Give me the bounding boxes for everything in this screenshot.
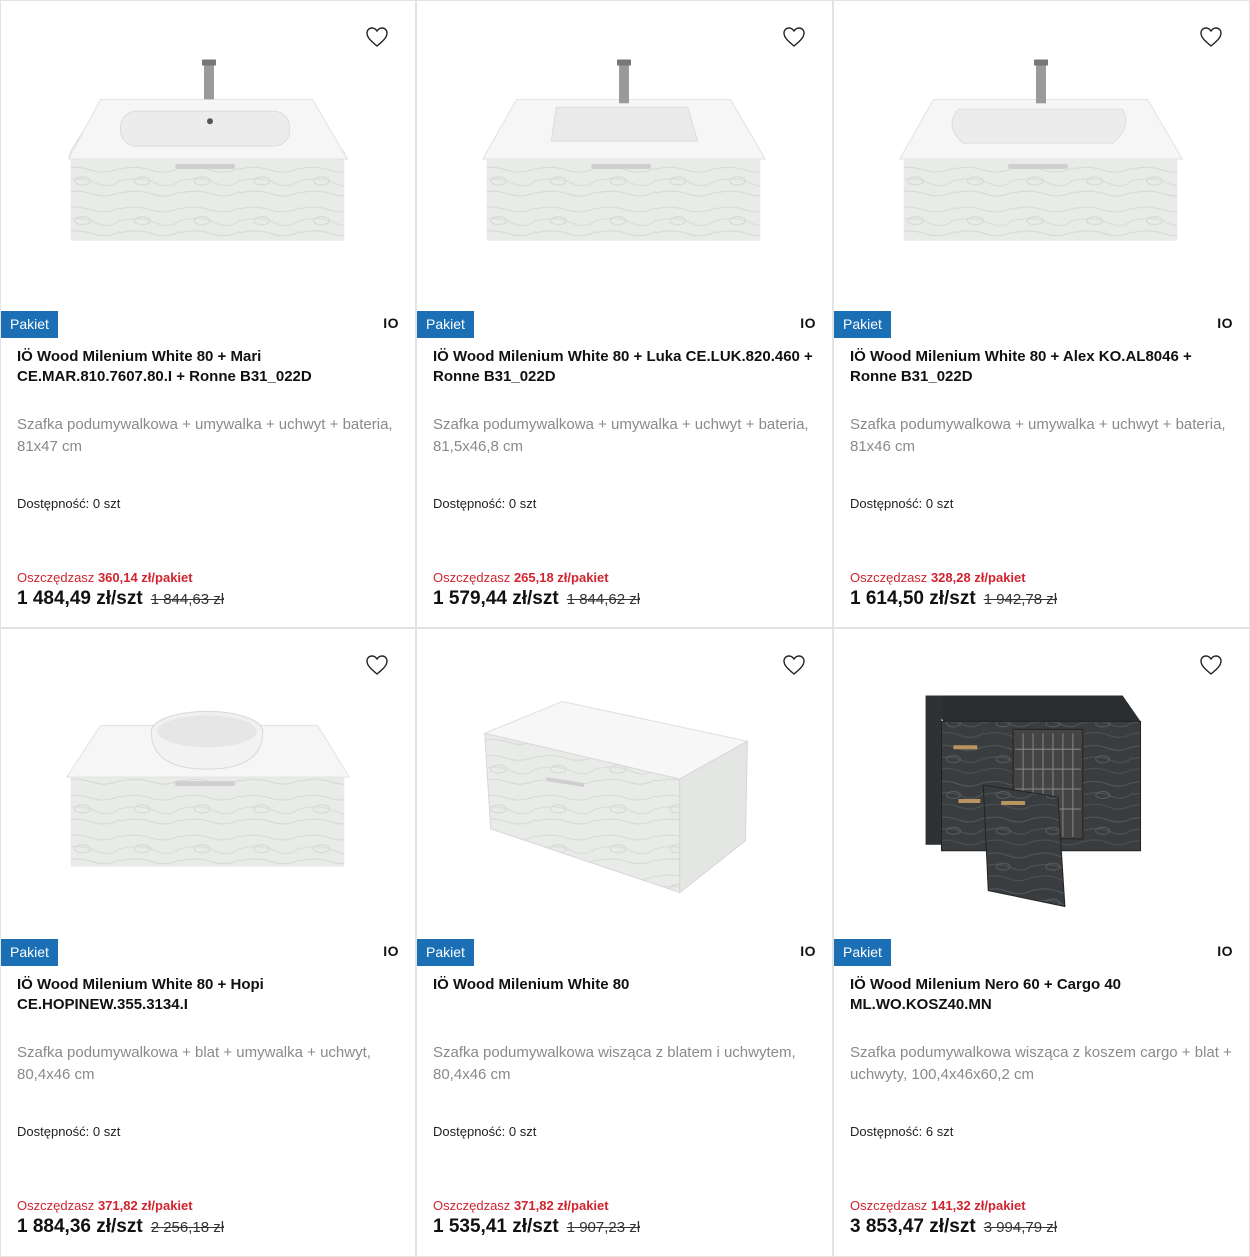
savings-text: Oszczędzasz 141,32 zł/pakiet bbox=[850, 1198, 1026, 1213]
stock-availability: Dostępność: 6 szt bbox=[850, 1124, 953, 1139]
favorite-heart-icon[interactable] bbox=[1199, 25, 1223, 49]
savings-label: Oszczędzasz bbox=[17, 570, 95, 585]
product-description: Szafka podumywalkowa + blat + umywalka +… bbox=[17, 1044, 371, 1083]
package-badge: Pakiet bbox=[417, 939, 474, 966]
savings-value: 141,32 zł/pakiet bbox=[930, 1198, 1026, 1213]
brand-label: IO bbox=[383, 315, 399, 331]
savings-text: Oszczędzasz 360,14 zł/pakiet bbox=[17, 570, 193, 585]
product-card[interactable]: Pakiet IO IÖ Wood Milenium White 80 + Ho… bbox=[0, 628, 416, 1257]
package-badge: Pakiet bbox=[834, 311, 891, 338]
price-row: 1 579,44 zł/szt 1 844,62 zł bbox=[433, 588, 640, 610]
savings-text: Oszczędzasz 265,18 zł/pakiet bbox=[433, 570, 609, 585]
savings-label: Oszczędzasz bbox=[850, 570, 928, 585]
current-price: 1 579,44 zł/szt bbox=[433, 588, 559, 609]
savings-value: 371,82 zł/pakiet bbox=[97, 1198, 193, 1213]
stock-availability: Dostępność: 0 szt bbox=[17, 496, 120, 511]
product-title[interactable]: IÖ Wood Milenium White 80 + Luka CE.LUK.… bbox=[433, 347, 818, 387]
stock-value: 0 szt bbox=[92, 1124, 121, 1139]
stock-availability: Dostępność: 0 szt bbox=[17, 1124, 120, 1139]
product-grid: Pakiet IO IÖ Wood Milenium White 80 + Ma… bbox=[0, 0, 1250, 1257]
old-price: 1 942,78 zł bbox=[983, 591, 1058, 608]
stock-value: 6 szt bbox=[925, 1124, 954, 1139]
old-price: 1 907,23 zł bbox=[566, 1219, 641, 1236]
product-title[interactable]: IÖ Wood Milenium White 80 bbox=[433, 975, 818, 995]
price-row: 1 535,41 zł/szt 1 907,23 zł bbox=[433, 1216, 640, 1238]
product-description: Szafka podumywalkowa wisząca z koszem ca… bbox=[850, 1044, 1232, 1083]
product-card[interactable]: Pakiet IO IÖ Wood Milenium White 80 + Ma… bbox=[0, 0, 416, 628]
current-price: 1 535,41 zł/szt bbox=[433, 1216, 559, 1237]
product-image[interactable] bbox=[1, 669, 415, 929]
favorite-heart-icon[interactable] bbox=[1199, 653, 1223, 677]
product-description: Szafka podumywalkowa + umywalka + uchwyt… bbox=[850, 416, 1226, 455]
product-image[interactable] bbox=[417, 41, 832, 301]
stock-label: Dostępność: bbox=[433, 496, 506, 511]
old-price: 3 994,79 zł bbox=[983, 1219, 1058, 1236]
product-card[interactable]: Pakiet IO IÖ Wood Milenium White 80 Szaf… bbox=[416, 628, 833, 1257]
savings-label: Oszczędzasz bbox=[433, 570, 511, 585]
stock-label: Dostępność: bbox=[17, 1124, 90, 1139]
savings-text: Oszczędzasz 328,28 zł/pakiet bbox=[850, 570, 1026, 585]
savings-label: Oszczędzasz bbox=[17, 1198, 95, 1213]
product-image[interactable] bbox=[1, 41, 415, 301]
stock-label: Dostępność: bbox=[17, 496, 90, 511]
savings-text: Oszczędzasz 371,82 zł/pakiet bbox=[433, 1198, 609, 1213]
product-title[interactable]: IÖ Wood Milenium White 80 + Hopi CE.HOPI… bbox=[17, 975, 401, 1015]
favorite-heart-icon[interactable] bbox=[365, 25, 389, 49]
brand-label: IO bbox=[800, 315, 816, 331]
stock-label: Dostępność: bbox=[850, 1124, 923, 1139]
price-row: 1 614,50 zł/szt 1 942,78 zł bbox=[850, 588, 1057, 610]
product-card[interactable]: Pakiet IO IÖ Wood Milenium White 80 + Al… bbox=[833, 0, 1250, 628]
package-badge: Pakiet bbox=[834, 939, 891, 966]
savings-value: 265,18 zł/pakiet bbox=[513, 570, 609, 585]
brand-label: IO bbox=[383, 943, 399, 959]
product-title[interactable]: IÖ Wood Milenium Nero 60 + Cargo 40 ML.W… bbox=[850, 975, 1235, 1015]
product-description: Szafka podumywalkowa wisząca z blatem i … bbox=[433, 1044, 796, 1083]
price-row: 1 884,36 zł/szt 2 256,18 zł bbox=[17, 1216, 224, 1238]
package-badge: Pakiet bbox=[1, 939, 58, 966]
current-price: 1 484,49 zł/szt bbox=[17, 588, 143, 609]
favorite-heart-icon[interactable] bbox=[782, 653, 806, 677]
price-row: 1 484,49 zł/szt 1 844,63 zł bbox=[17, 588, 224, 610]
savings-text: Oszczędzasz 371,82 zł/pakiet bbox=[17, 1198, 193, 1213]
stock-label: Dostępność: bbox=[850, 496, 923, 511]
stock-availability: Dostępność: 0 szt bbox=[433, 496, 536, 511]
favorite-heart-icon[interactable] bbox=[365, 653, 389, 677]
product-description: Szafka podumywalkowa + umywalka + uchwyt… bbox=[17, 416, 393, 455]
product-card[interactable]: Pakiet IO IÖ Wood Milenium Nero 60 + Car… bbox=[833, 628, 1250, 1257]
product-card[interactable]: Pakiet IO IÖ Wood Milenium White 80 + Lu… bbox=[416, 0, 833, 628]
favorite-heart-icon[interactable] bbox=[782, 25, 806, 49]
product-title[interactable]: IÖ Wood Milenium White 80 + Mari CE.MAR.… bbox=[17, 347, 401, 387]
brand-label: IO bbox=[800, 943, 816, 959]
stock-value: 0 szt bbox=[508, 496, 537, 511]
price-row: 3 853,47 zł/szt 3 994,79 zł bbox=[850, 1216, 1057, 1238]
product-image[interactable] bbox=[834, 669, 1249, 929]
savings-value: 360,14 zł/pakiet bbox=[97, 570, 193, 585]
current-price: 1 884,36 zł/szt bbox=[17, 1216, 143, 1237]
product-image[interactable] bbox=[834, 41, 1249, 301]
stock-value: 0 szt bbox=[925, 496, 954, 511]
savings-value: 371,82 zł/pakiet bbox=[513, 1198, 609, 1213]
savings-label: Oszczędzasz bbox=[850, 1198, 928, 1213]
stock-value: 0 szt bbox=[92, 496, 121, 511]
savings-label: Oszczędzasz bbox=[433, 1198, 511, 1213]
stock-value: 0 szt bbox=[508, 1124, 537, 1139]
package-badge: Pakiet bbox=[1, 311, 58, 338]
current-price: 3 853,47 zł/szt bbox=[850, 1216, 976, 1237]
stock-availability: Dostępność: 0 szt bbox=[850, 496, 953, 511]
product-image[interactable] bbox=[417, 669, 832, 929]
current-price: 1 614,50 zł/szt bbox=[850, 588, 976, 609]
savings-value: 328,28 zł/pakiet bbox=[930, 570, 1026, 585]
product-title[interactable]: IÖ Wood Milenium White 80 + Alex KO.AL80… bbox=[850, 347, 1235, 387]
brand-label: IO bbox=[1217, 315, 1233, 331]
stock-label: Dostępność: bbox=[433, 1124, 506, 1139]
package-badge: Pakiet bbox=[417, 311, 474, 338]
old-price: 1 844,63 zł bbox=[150, 591, 225, 608]
old-price: 2 256,18 zł bbox=[150, 1219, 225, 1236]
old-price: 1 844,62 zł bbox=[566, 591, 641, 608]
brand-label: IO bbox=[1217, 943, 1233, 959]
stock-availability: Dostępność: 0 szt bbox=[433, 1124, 536, 1139]
product-description: Szafka podumywalkowa + umywalka + uchwyt… bbox=[433, 416, 809, 455]
